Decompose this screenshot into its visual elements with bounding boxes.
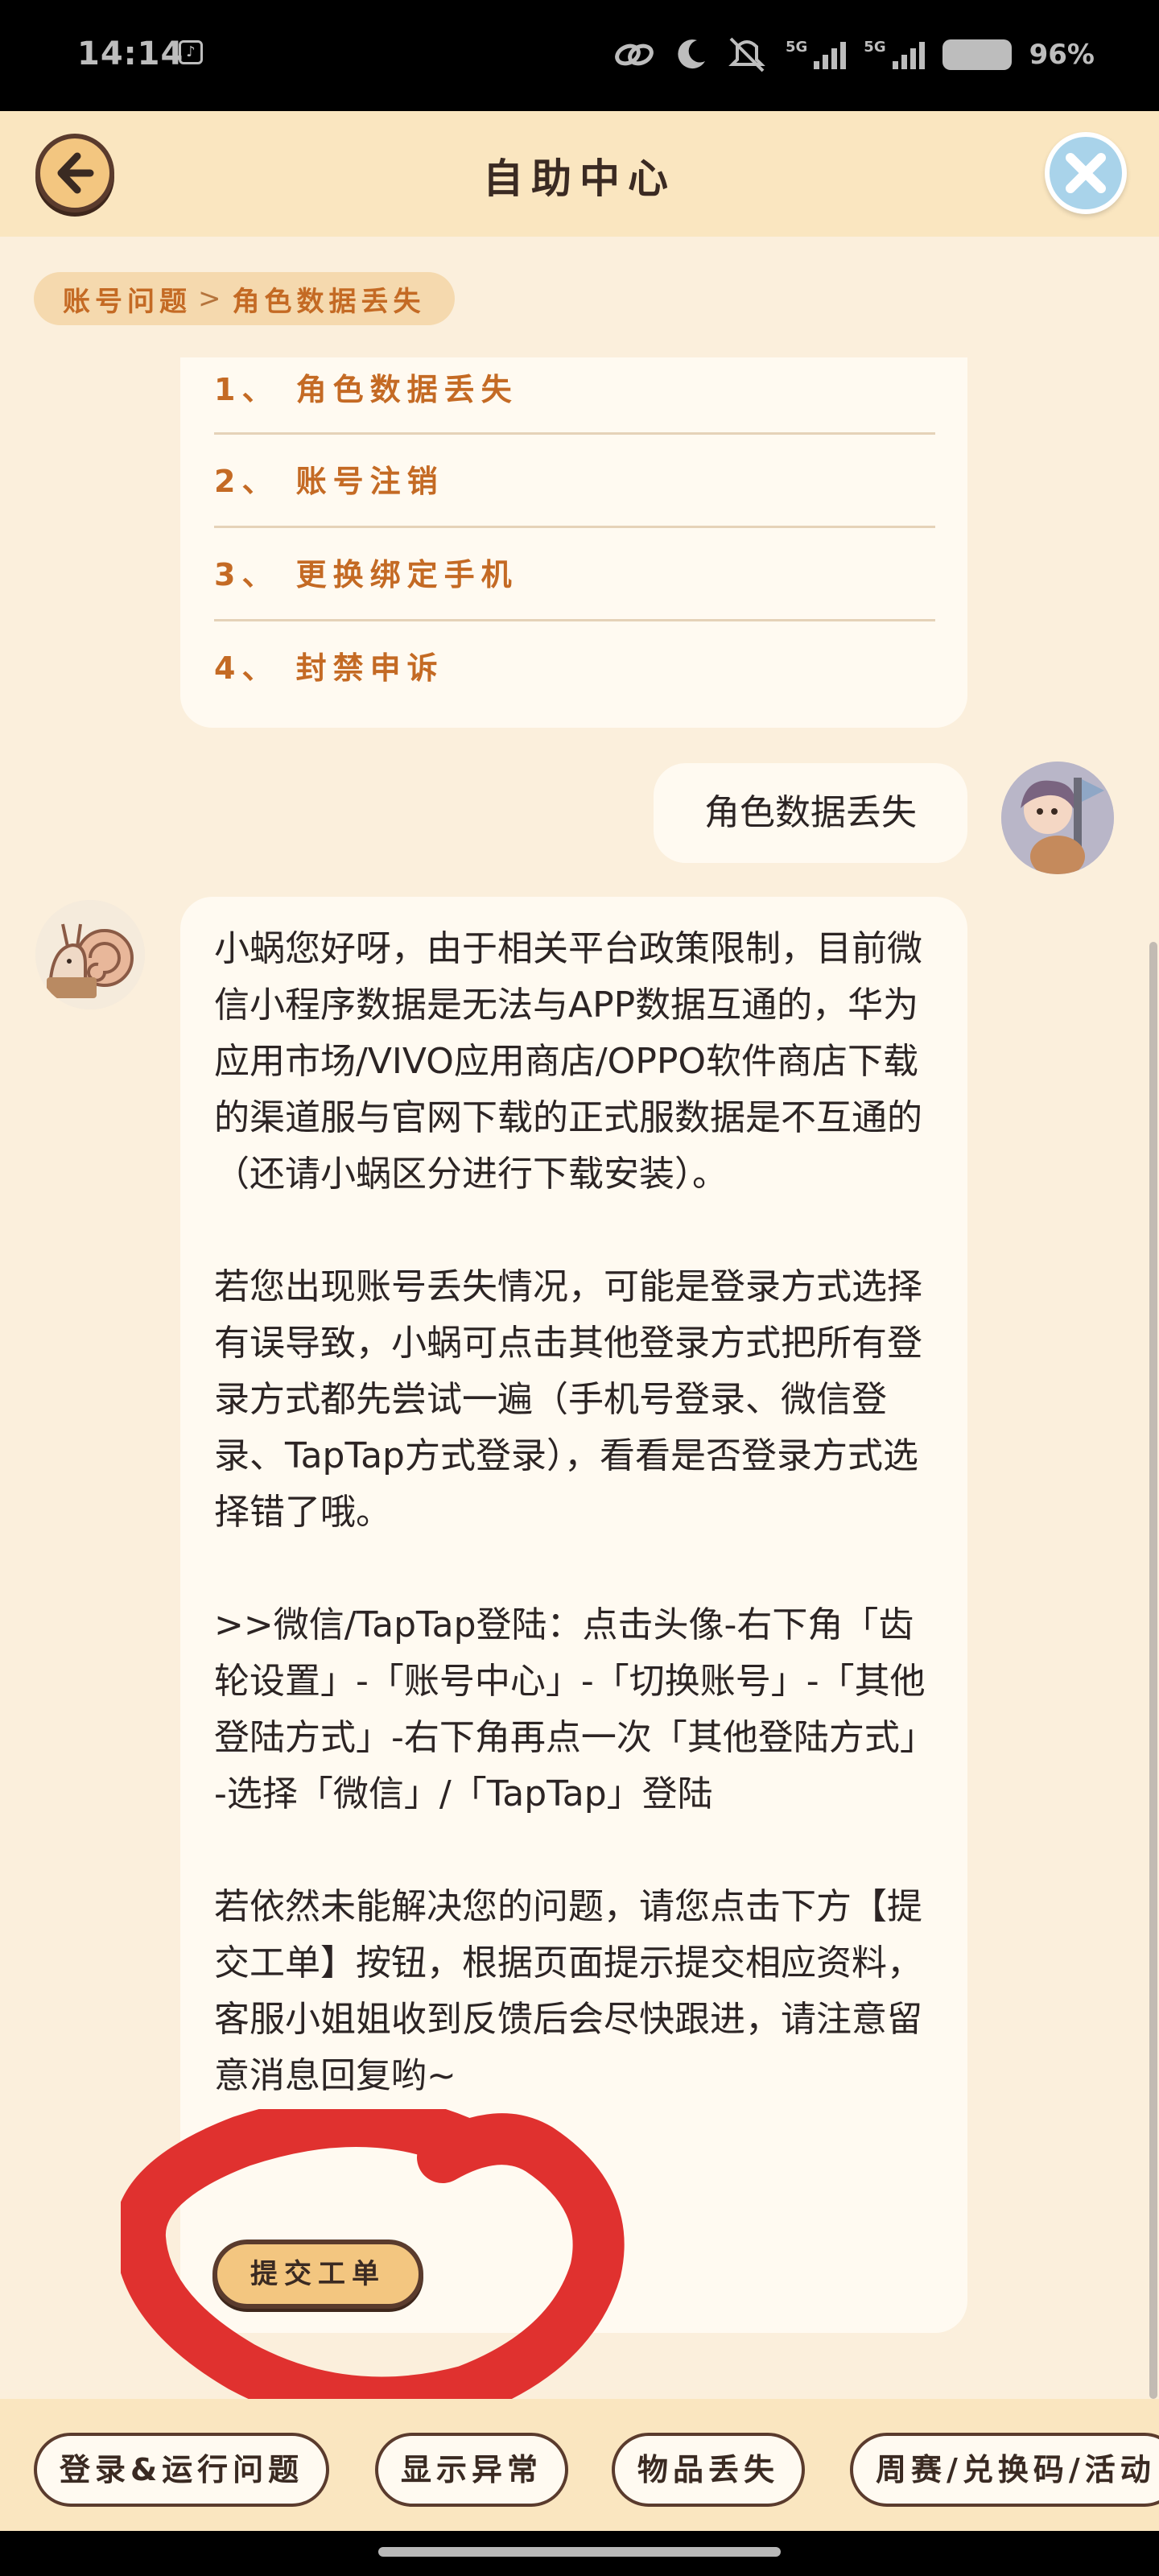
chip-events[interactable]: 周赛/兑换码/活动 bbox=[850, 2433, 1159, 2507]
avatar bbox=[35, 900, 145, 1009]
bot-paragraph: >>微信/TapTap登陆：点击头像-右下角「齿轮设置」-「账号中心」-「切换账… bbox=[214, 1604, 935, 1814]
system-nav-bar bbox=[0, 2531, 1159, 2576]
close-button[interactable] bbox=[1045, 132, 1127, 214]
submit-ticket-button[interactable]: 提交工单 bbox=[212, 2240, 423, 2309]
chip-login-issue[interactable]: 登录&运行问题 bbox=[34, 2433, 330, 2507]
breadcrumb-separator: > bbox=[198, 283, 226, 315]
network-label-2: 5G bbox=[864, 38, 886, 56]
tiktok-icon: ♪ bbox=[179, 40, 203, 64]
header: 自助中心 bbox=[0, 111, 1159, 237]
topic-list: 1、 角色数据丢失 2、 账号注销 3、 更换绑定手机 4、 封禁申诉 bbox=[180, 357, 967, 728]
user-message-bubble: 角色数据丢失 bbox=[654, 763, 967, 863]
page-title: 自助中心 bbox=[483, 155, 676, 202]
breadcrumb: 账号问题 > 角色数据丢失 bbox=[34, 272, 455, 325]
link-icon bbox=[615, 43, 654, 66]
signal-icon bbox=[892, 40, 925, 69]
moon-icon bbox=[678, 39, 705, 69]
close-icon bbox=[1066, 153, 1106, 193]
breadcrumb-parent[interactable]: 账号问题 bbox=[63, 279, 192, 319]
status-time: 14:14 bbox=[77, 35, 184, 72]
topic-item[interactable]: 3、 更换绑定手机 bbox=[214, 528, 935, 621]
breadcrumb-current: 角色数据丢失 bbox=[232, 285, 426, 318]
mute-icon bbox=[728, 37, 765, 72]
battery-level: 96% bbox=[1029, 39, 1095, 71]
network-label-1: 5G bbox=[785, 38, 808, 56]
topic-item[interactable]: 4、 封禁申诉 bbox=[214, 621, 935, 715]
topic-item[interactable]: 1、 角色数据丢失 bbox=[214, 357, 935, 435]
bot-paragraph: 小蜗您好呀，由于相关平台政策限制，目前微信小程序数据是无法与APP数据互通的，华… bbox=[214, 928, 922, 1195]
bot-paragraph: 若依然未能解决您的问题，请您点击下方【提交工单】按钮，根据页面提示提交相应资料，… bbox=[214, 1886, 922, 2096]
topic-item[interactable]: 2、 账号注销 bbox=[214, 435, 935, 528]
signal-icon bbox=[814, 40, 847, 69]
chip-display-issue[interactable]: 显示异常 bbox=[375, 2433, 569, 2507]
battery-icon bbox=[942, 39, 1012, 70]
bot-paragraph: 若您出现账号丢失情况，可能是登录方式选择有误导致，小蜗可点击其他登录方式把所有登… bbox=[214, 1266, 922, 1533]
quick-topic-bar: 登录&运行问题 显示异常 物品丢失 周赛/兑换码/活动 bbox=[0, 2399, 1159, 2531]
bot-message-bubble: 小蜗您好呀，由于相关平台政策限制，目前微信小程序数据是无法与APP数据互通的，华… bbox=[180, 897, 967, 2333]
avatar bbox=[1001, 762, 1114, 874]
home-handle[interactable] bbox=[378, 2547, 781, 2557]
status-icons: 5G 5G 96% bbox=[613, 31, 1095, 79]
chip-item-lost[interactable]: 物品丢失 bbox=[612, 2433, 806, 2507]
scrollbar[interactable] bbox=[1149, 942, 1157, 2399]
bot-message-text: 小蜗您好呀，由于相关平台政策限制，目前微信小程序数据是无法与APP数据互通的，华… bbox=[214, 921, 938, 2104]
status-bar: 14:14 ♪ 5G 5G 96% bbox=[0, 0, 1159, 111]
